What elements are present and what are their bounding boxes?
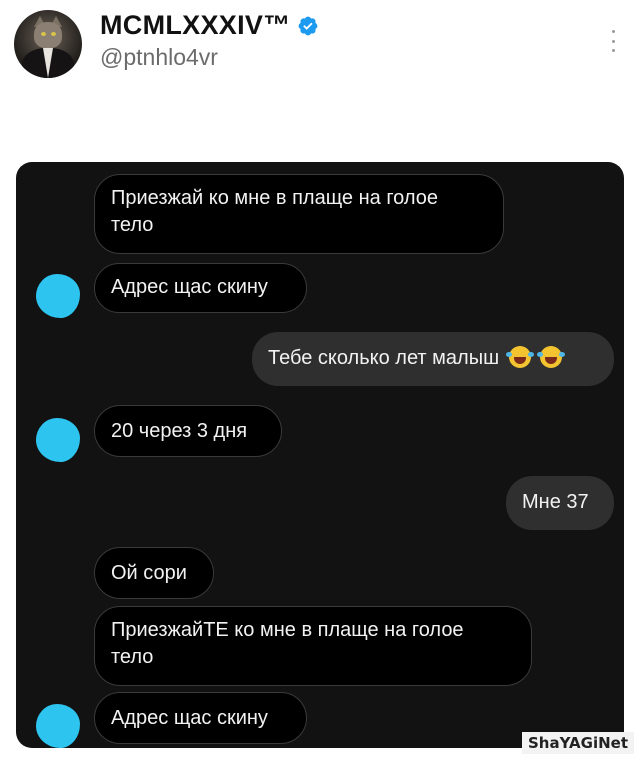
- message-text: тело: [111, 214, 154, 236]
- message-bubble-incoming: Приезжай ко мне в плаще на голое тело: [94, 174, 504, 254]
- message-bubble-incoming: 20 через 3 дня: [94, 405, 282, 457]
- message-bubble-outgoing: Тебе сколько лет малыш: [252, 332, 614, 386]
- redacted-avatar: [36, 418, 80, 462]
- message-text: ПриезжайТЕ ко мне в плаще на голое: [111, 619, 464, 641]
- more-vertical-icon[interactable]: [610, 30, 616, 52]
- message-text: Ой сори: [111, 562, 187, 584]
- display-name[interactable]: MCMLXXXIV™: [100, 10, 319, 41]
- message-text: тело: [111, 646, 154, 668]
- message-text: Адрес щас скину: [111, 276, 268, 298]
- user-handle[interactable]: @ptnhlo4vr: [100, 44, 218, 71]
- message-bubble-outgoing: Мне 37: [506, 476, 614, 530]
- verified-badge-icon: [298, 16, 317, 35]
- message-text: Мне 37: [522, 491, 589, 513]
- message-bubble-incoming: Ой сори: [94, 547, 214, 599]
- message-bubble-incoming: Адрес щас скину: [94, 692, 307, 744]
- tears-of-joy-emoji-icon: [537, 346, 566, 368]
- tears-of-joy-emoji-icon: [505, 346, 534, 368]
- message-text: Приезжай ко мне в плаще на голое: [111, 187, 439, 209]
- redacted-avatar: [36, 274, 80, 318]
- message-bubble-incoming: Адрес щас скину: [94, 263, 307, 313]
- message-text: Тебе сколько лет малыш: [268, 347, 500, 369]
- chat-screenshot: Приезжай ко мне в плаще на голое тело Ад…: [16, 162, 624, 748]
- watermark: ShaYAGiNet: [522, 732, 634, 754]
- avatar[interactable]: [14, 10, 82, 78]
- message-text: Адрес щас скину: [111, 707, 268, 729]
- tweet-screenshot: MCMLXXXIV™ @ptnhlo4vr Приезжай ко мне в …: [0, 0, 640, 758]
- message-text: 20 через 3 дня: [111, 420, 248, 442]
- message-bubble-incoming: ПриезжайТЕ ко мне в плаще на голое тело: [94, 606, 532, 686]
- display-name-text[interactable]: MCMLXXXIV™: [100, 10, 291, 41]
- redacted-avatar: [36, 704, 80, 748]
